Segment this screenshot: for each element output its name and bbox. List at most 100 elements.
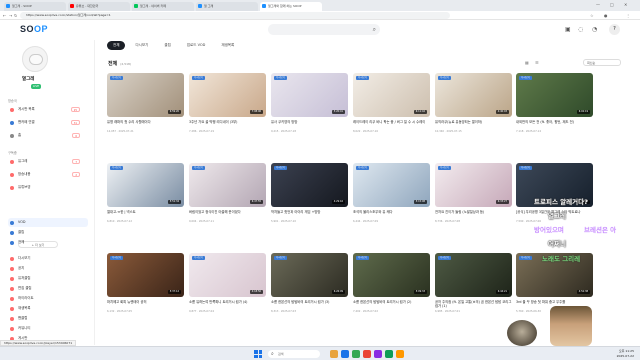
live-badge[interactable]: LIVE — [31, 84, 41, 89]
vod-card[interactable]: 다시보기 6:33:27 전처요 진이가 들링 (노발일상과 등) 8,736 · 2… — [435, 163, 512, 241]
search-input[interactable]: ⌕ — [268, 24, 380, 35]
vod-card[interactable]: 다시보기 4:18:50 소름 유하는여 반쪽파니 트리거시 컵가 (4) 9,877… — [189, 253, 266, 331]
tab-0[interactable]: 전체 — [107, 41, 126, 50]
browser-tab[interactable]: 열그레 - SOOP — [4, 2, 66, 11]
vod-card[interactable]: 다시보기 6:44:21 공허 주의점 (ft. 온일 고통(ㅎ의) 곰 한본선 탐… — [435, 253, 512, 331]
sidebar-item[interactable]: 게시판 목록 25 — [8, 105, 88, 114]
vod-thumbnail[interactable]: 다시보기 6:26:09 — [271, 253, 348, 297]
vod-thumbnail[interactable]: 다시보기 4:18:50 — [189, 253, 266, 297]
tab-1[interactable]: 다시보기 — [129, 41, 154, 50]
vod-thumbnail[interactable]: 다시보기 5:15:08 — [353, 163, 430, 207]
taskbar-app-icon[interactable] — [385, 350, 393, 358]
vod-thumbnail[interactable]: 다시보기 6:59:20 — [107, 73, 184, 117]
vod-title[interactable]: 내외만의 모든 전 (ft. 좋아, 핑턴, 제도 전) — [516, 120, 593, 129]
vod-thumbnail[interactable]: 다시보기 4:40:03 — [435, 73, 512, 117]
vod-card[interactable]: 다시보기 4:40:03 뮤직라쿠(뉴로 유동양되는 열이하) 10,340 · 20… — [435, 73, 512, 151]
tab-2[interactable]: 클립 — [158, 41, 176, 50]
start-icon[interactable] — [254, 350, 262, 358]
vod-title[interactable]: 열대고-ㅠ한 | 넥스트 — [107, 210, 184, 219]
vod-card[interactable]: 다시보기 6:47:55 버림이었고 정식이진 아쓸해 준이었다 9,004 · 20… — [189, 163, 266, 241]
vod-title[interactable]: 소름 한본선의 탐탐바의 트리거시 컵가 (2) — [353, 300, 430, 309]
sidebar-menu-item[interactable]: 편집 클립 — [8, 284, 88, 293]
back-icon[interactable]: ← — [3, 12, 6, 19]
browser-tab[interactable]: 유튜브 - 대한민국 — [68, 2, 130, 11]
login-avatar[interactable]: ? — [609, 24, 620, 35]
bookmark-icon[interactable]: ☆ — [590, 12, 594, 19]
vod-card[interactable]: 다시보기 6:26:09 소름 한본선의 탐탐바의 트리거시 컵가 (3) 8,313… — [271, 253, 348, 331]
sidebar-menu-item[interactable]: 재생목록 — [8, 304, 88, 313]
vod-title[interactable]: 뮤직라쿠(뉴로 유동양되는 열이하) — [435, 120, 512, 129]
browser-tab[interactable]: 열 그래 — [196, 2, 258, 11]
tab-3[interactable]: 업로드 VOD — [181, 41, 212, 50]
maximize-icon[interactable]: □ — [610, 0, 614, 9]
vod-title[interactable]: 유명 래퍼의 첫 수리 사월에이다 — [107, 120, 184, 129]
sort-select[interactable]: 최신순 — [583, 59, 621, 66]
vod-title[interactable]: 전처요 진이가 들링 (노발일상과 등) — [435, 210, 512, 219]
vod-title[interactable]: 마치에고 회피 뉴렌테이 공허 — [107, 300, 184, 309]
menu-icon[interactable]: ⋮ — [626, 12, 630, 19]
sidebar-menu-item[interactable]: 하이라이트 — [8, 294, 88, 303]
vod-title[interactable]: 소름 한본선의 탐탐바의 트리거시 컵가 (3) — [271, 300, 348, 309]
taskbar-app-icon[interactable] — [341, 350, 349, 358]
vod-card[interactable]: 다시보기 5:51:34 열대고-ㅠ한 | 넥스트 6,810 · 2025-07-1… — [107, 163, 184, 241]
vod-card[interactable]: 다시보기 5:15:08 조석의 몰리스조우와 유 케다 6,444 · 2025-0… — [353, 163, 430, 241]
grid-view-icon[interactable]: ▦ — [525, 60, 529, 65]
vod-card[interactable]: 다시보기 5:37:12 마치에고 회피 뉴렌테이 공허 6,132 · 2025-0… — [107, 253, 184, 331]
vod-thumbnail[interactable]: 다시보기 6:33:27 — [435, 163, 512, 207]
sidebar-menu-item[interactable]: 다시보기 — [8, 254, 88, 263]
vod-card[interactable]: 다시보기 5:09:33 소름 한본선의 탐탐바의 트리거시 컵가 (2) 7,402… — [353, 253, 430, 331]
avatar[interactable] — [22, 46, 48, 72]
vod-card[interactable]: 다시보기 5:20:41 유사 쿠키영의 방방9,215 · 2025-07-18 다… — [271, 73, 348, 151]
sidebar-menu-item[interactable]: 공지 — [8, 264, 88, 273]
sidebar-item[interactable]: 팬카페 연결 31 — [8, 118, 88, 127]
vod-title[interactable]: 조석의 몰리스조우와 유 케다 — [353, 210, 430, 219]
taskbar-app-icon[interactable] — [330, 350, 338, 358]
vod-thumbnail[interactable]: 다시보기 6:47:55 — [189, 163, 266, 207]
vod-thumbnail[interactable]: 다시보기 5:20:41 — [271, 73, 348, 117]
taskbar-app-icon[interactable] — [352, 350, 360, 358]
notification-icon[interactable]: ◔ — [592, 26, 597, 33]
vod-card[interactable]: 다시보기 7:08:06 3주년 가요 골 빅뱅 리디네이 (3부) 7,286 · … — [189, 73, 266, 151]
vod-title[interactable]: 레이드레이 리쿠 바니 팍는 중 / 버그 일 수 시 수레이 — [353, 120, 430, 129]
close-icon[interactable]: ✕ — [624, 0, 627, 9]
forward-icon[interactable]: → — [9, 12, 12, 19]
vod-thumbnail[interactable]: 다시보기 6:02:19 — [516, 73, 593, 117]
sidebar-menu-item[interactable]: 유저클립 — [8, 274, 88, 283]
vod-thumbnail[interactable]: 다시보기 6:44:21 — [435, 253, 512, 297]
taskbar-app-icon[interactable] — [374, 350, 382, 358]
profile-icon[interactable]: ● — [604, 12, 608, 19]
taskbar-app-icon[interactable] — [363, 350, 371, 358]
soop-logo[interactable]: SOOP — [20, 24, 48, 34]
vod-title[interactable]: 소름 유하는여 반쪽파니 트리거시 컵가 (4) — [189, 300, 266, 309]
vod-title[interactable]: 3주년 가요 골 빅뱅 리디네이 (3부) — [189, 120, 266, 129]
vod-title[interactable]: 막처들고 첫언과 아이리 게임 +방방 — [271, 210, 348, 219]
vod-card[interactable]: 다시보기 6:11:42 레이드레이 리쿠 바니 팍는 중 / 버그 일 수 시 수… — [353, 73, 430, 151]
sidebar-menu-item[interactable]: 팬클럽 — [8, 314, 88, 323]
sidebar-item[interactable]: 홈6 — [8, 131, 88, 140]
reload-icon[interactable]: ↻ — [14, 12, 17, 19]
vod-card[interactable]: 다시보기 6:02:19 내외만의 모든 전 (ft. 좋아, 핑턴, 제도 전) 7… — [516, 73, 593, 151]
tab-4[interactable]: 재생목록 — [215, 41, 240, 50]
vod-thumbnail[interactable]: 다시보기 7:08:06 — [189, 73, 266, 117]
sidebar-item[interactable]: 방송내용 2 — [8, 170, 88, 179]
sidebar-item-vod[interactable]: VOD — [8, 218, 88, 227]
list-view-icon[interactable]: ☰ — [535, 60, 539, 65]
browser-tab[interactable]: 열그레와 함께 하는 SOOP — [260, 2, 322, 11]
vod-thumbnail[interactable]: 다시보기 5:51:34 — [107, 163, 184, 207]
search-icon[interactable]: ⌕ — [373, 24, 376, 35]
minimize-icon[interactable]: — — [596, 0, 600, 9]
sidebar-item[interactable]: 유튜브영 — [8, 183, 88, 192]
taskbar-search[interactable]: 검색 — [268, 350, 320, 358]
sidebar-menu-item[interactable]: 커뮤니티 — [8, 324, 88, 333]
vod-card[interactable]: 다시보기 6:59:20 유명 래퍼의 첫 수리 사월에이다 12,057 · 202… — [107, 73, 184, 151]
sidebar-item[interactable]: 유그레 7 — [8, 157, 88, 166]
vod-title[interactable]: 버림이었고 정식이진 아쓸해 준이었다 — [189, 210, 266, 219]
vod-thumbnail[interactable]: 다시보기 6:11:42 — [353, 73, 430, 117]
url-field[interactable]: https://www.sooplive.co.kr/station/열그레/v… — [20, 12, 450, 19]
camera-icon[interactable]: ▣ — [565, 26, 571, 33]
vod-title[interactable]: 공허 주의점 (ft. 온일 고통(ㅎ의) 곰 한본선 탐탐 코리그 컵가 (1… — [435, 300, 512, 309]
sidebar-item-vod[interactable]: 전체 — [8, 238, 88, 247]
vod-thumbnail[interactable]: 다시보기 5:37:12 — [107, 253, 184, 297]
sidebar-item-vod[interactable]: 클립 — [8, 228, 88, 237]
vod-title[interactable]: 유사 쿠키영의 방방 — [271, 120, 348, 129]
